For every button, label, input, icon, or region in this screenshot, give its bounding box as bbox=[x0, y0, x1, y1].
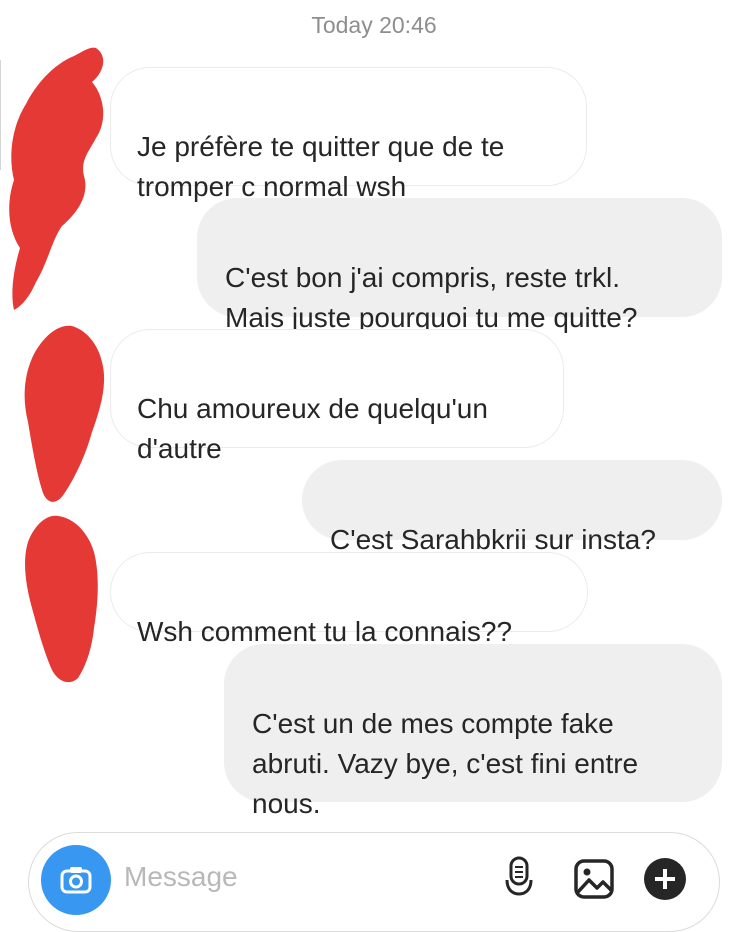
camera-button[interactable] bbox=[41, 845, 111, 915]
message-composer bbox=[28, 832, 720, 932]
plus-icon bbox=[644, 858, 686, 900]
redacted-avatar bbox=[25, 515, 98, 683]
message-input[interactable] bbox=[124, 857, 424, 897]
voice-button[interactable] bbox=[499, 855, 539, 903]
gallery-icon bbox=[574, 859, 614, 899]
microphone-icon bbox=[505, 856, 533, 896]
redacted-avatar bbox=[9, 47, 104, 310]
gallery-button[interactable] bbox=[571, 855, 617, 903]
camera-icon bbox=[60, 867, 92, 894]
redacted-avatar bbox=[24, 325, 105, 502]
redaction-scribbles bbox=[9, 47, 105, 683]
more-button[interactable] bbox=[641, 855, 689, 903]
